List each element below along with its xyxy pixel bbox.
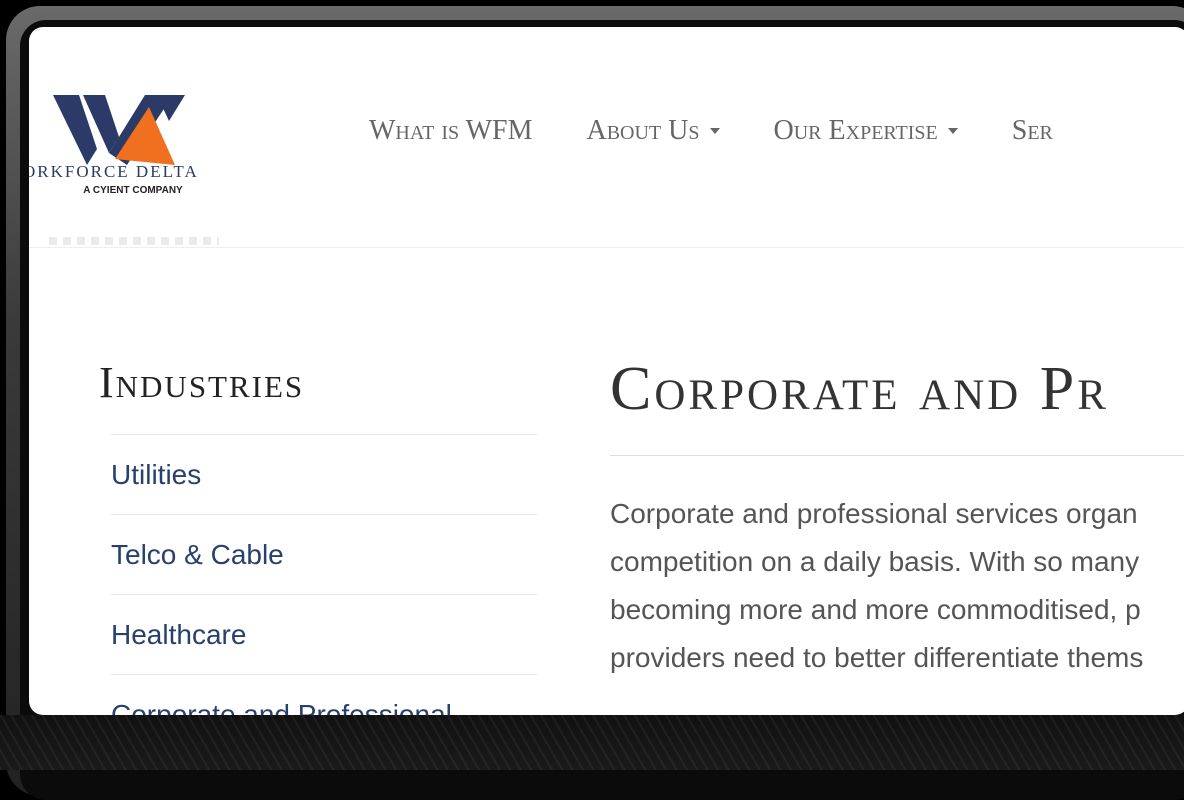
industries-list: Utilities Telco & Cable Healthcare Corpo… [111,434,537,715]
caret-down-icon [947,128,958,134]
sidebar-item-corporate-professional[interactable]: Corporate and Professional [111,675,537,715]
browser-screen: ORKFORCE DELTA A CYIENT COMPANY What is … [29,27,1184,715]
nav-item-services[interactable]: Ser [1012,115,1053,147]
paragraph-line: providers need to better differentiate t… [610,642,1144,673]
nav-item-what-is-wfm[interactable]: What is WFM [369,115,533,147]
logo-mark-icon [53,95,185,165]
logo-divider [49,237,219,245]
caret-down-icon [709,128,720,134]
site-header: ORKFORCE DELTA A CYIENT COMPANY What is … [29,27,1184,248]
sidebar-title: Industries [99,358,305,407]
nav-item-label: Ser [1011,115,1053,146]
main-nav: What is WFM About Us Our Expertise Ser [369,115,1107,147]
logo-tagline: A CYIENT COMPANY [83,185,183,196]
site-logo[interactable]: ORKFORCE DELTA A CYIENT COMPANY [29,82,239,245]
nav-item-label: About Us [586,115,700,146]
paragraph-line: Corporate and professional services orga… [610,498,1138,529]
intro-paragraph: Corporate and professional services orga… [610,490,1184,682]
sidebar-item-healthcare[interactable]: Healthcare [111,595,537,675]
nav-item-about-us[interactable]: About Us [587,115,720,147]
nav-item-label: Our Expertise [773,115,938,146]
paragraph-line: becoming more and more commoditised, p [610,594,1141,625]
keyboard-area [0,715,1184,770]
sidebar-item-telco-cable[interactable]: Telco & Cable [111,515,537,595]
paragraph-line: competition on a daily basis. With so ma… [610,546,1140,577]
page-title: Corporate and Pr [610,355,1109,423]
title-divider [610,455,1184,456]
nav-item-our-expertise[interactable]: Our Expertise [774,115,958,147]
main-content: Corporate and Pr Corporate and professio… [610,357,1184,682]
industries-sidebar: Industries Utilities Telco & Cable Healt… [99,357,539,715]
nav-item-label: What is WFM [369,115,533,146]
sidebar-item-utilities[interactable]: Utilities [111,435,537,515]
logo-wordmark: ORKFORCE DELTA [29,162,199,181]
